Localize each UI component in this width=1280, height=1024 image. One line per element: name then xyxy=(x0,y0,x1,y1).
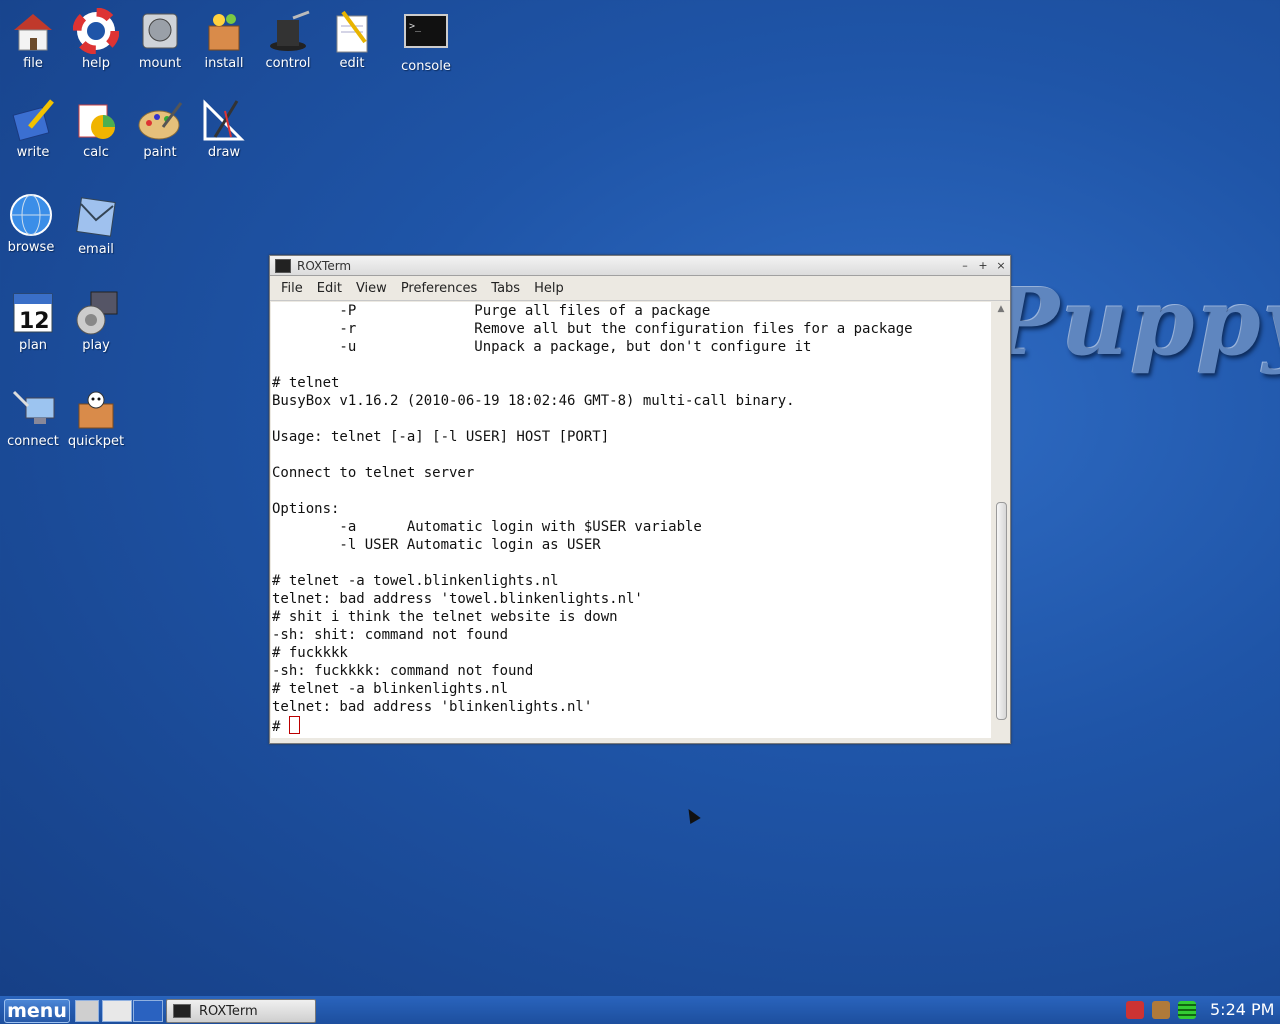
menu-view[interactable]: View xyxy=(349,281,394,296)
desktop-icon-play[interactable]: play xyxy=(63,290,129,353)
desktop-icon-control[interactable]: control xyxy=(255,8,321,71)
terminal-icon xyxy=(173,1004,191,1018)
start-menu-button[interactable]: menu xyxy=(4,999,70,1023)
menu-edit[interactable]: Edit xyxy=(310,281,349,296)
network-disconnected-icon[interactable] xyxy=(1126,1001,1144,1019)
desktop-icon-browse[interactable]: browse xyxy=(0,192,64,255)
house-icon xyxy=(10,8,56,54)
desktop-icon-label: mount xyxy=(138,56,182,71)
calendar-date-badge: 12 xyxy=(19,309,50,334)
window-titlebar[interactable]: ROXTerm – + × xyxy=(270,256,1010,276)
memory-status-icon[interactable] xyxy=(1178,1001,1196,1019)
desktop-icon-label: browse xyxy=(7,240,55,255)
scroll-up-arrow-icon[interactable]: ▲ xyxy=(994,302,1008,316)
scrollbar-thumb[interactable] xyxy=(996,502,1007,720)
wallpaper-logo: Puppy xyxy=(990,268,1280,376)
palette-icon xyxy=(137,97,183,143)
desktop-icon-label: help xyxy=(81,56,111,71)
speaker-media-icon xyxy=(73,290,119,336)
pet-box-icon xyxy=(73,386,119,432)
taskbar-item-label: ROXTerm xyxy=(199,1003,258,1019)
envelope-icon xyxy=(73,194,119,240)
desktop-pager-2[interactable] xyxy=(133,1000,163,1022)
menubar: File Edit View Preferences Tabs Help xyxy=(270,276,1010,301)
drawing-compass-icon xyxy=(201,97,247,143)
mouse-pointer-icon xyxy=(683,805,701,825)
desktop-icon-edit[interactable]: edit xyxy=(319,8,385,71)
desktop-icon-label: install xyxy=(204,56,244,71)
desktop-icon-label: play xyxy=(82,338,110,353)
desktop-icon-calc[interactable]: calc xyxy=(63,97,129,160)
minimize-button[interactable]: – xyxy=(956,259,974,272)
desktop-icon-help[interactable]: help xyxy=(63,7,129,71)
desktop-icon-file[interactable]: file xyxy=(0,8,66,71)
terminal-output[interactable]: -P Purge all files of a package -r Remov… xyxy=(271,302,991,738)
desktop-icon-label: quickpet xyxy=(67,434,125,449)
close-button[interactable]: × xyxy=(992,259,1010,272)
terminal-prompt: # xyxy=(272,719,289,735)
desktop-icon-draw[interactable]: draw xyxy=(191,97,257,160)
desktop-icon-label: draw xyxy=(207,145,241,160)
svg-text:>_: >_ xyxy=(409,21,422,32)
taskbar: menu ROXTerm 5:24 PM xyxy=(0,996,1280,1024)
terminal-icon: >_ xyxy=(403,11,449,57)
desktop-icon-label: email xyxy=(78,242,114,257)
calendar-icon: 12 xyxy=(10,290,56,336)
spreadsheet-chart-icon xyxy=(73,97,119,143)
desktop-icon-label: console xyxy=(401,59,451,74)
desktop-icon-label: control xyxy=(265,56,311,71)
desktop-icon-quickpet[interactable]: quickpet xyxy=(63,386,129,449)
menu-file[interactable]: File xyxy=(274,281,310,296)
menu-tabs[interactable]: Tabs xyxy=(484,281,527,296)
terminal-cursor xyxy=(288,716,300,734)
hard-drive-icon xyxy=(137,8,183,54)
writer-notebook-icon xyxy=(10,97,56,143)
desktop-pager-1[interactable] xyxy=(102,1000,132,1022)
desktop-icon-label: plan xyxy=(18,338,48,353)
menu-preferences[interactable]: Preferences xyxy=(394,281,484,296)
window-title: ROXTerm xyxy=(297,258,352,273)
desktop-icon-mount[interactable]: mount xyxy=(127,8,193,71)
desktop-icon-email[interactable]: email xyxy=(63,194,129,257)
desktop-icon-label: edit xyxy=(339,56,365,71)
network-computer-icon xyxy=(10,386,56,432)
terminal-lines: -P Purge all files of a package -r Remov… xyxy=(272,303,913,715)
package-box-icon xyxy=(201,8,247,54)
desktop-icon-plan[interactable]: 12 plan xyxy=(0,290,66,353)
menu-help[interactable]: Help xyxy=(527,281,571,296)
desktop-icon-label: calc xyxy=(83,145,109,160)
vertical-scrollbar[interactable]: ▲ xyxy=(994,302,1008,738)
desktop-icon-label: write xyxy=(16,145,50,160)
taskbar-item-roxterm[interactable]: ROXTerm xyxy=(166,999,316,1023)
desktop-icon-label: paint xyxy=(143,145,177,160)
desktop-icon-label: connect xyxy=(7,434,59,449)
desktop-icon-console[interactable]: >_ console xyxy=(393,11,459,74)
desktop-icon-write[interactable]: write xyxy=(0,97,66,160)
desktop-icon-paint[interactable]: paint xyxy=(127,97,193,160)
clock[interactable]: 5:24 PM xyxy=(1210,1000,1274,1019)
package-alert-icon[interactable] xyxy=(1152,1001,1170,1019)
globe-icon xyxy=(8,192,54,238)
lifebuoy-icon xyxy=(72,7,120,55)
desktop-icon-connect[interactable]: connect xyxy=(0,386,66,449)
desktop-icon-label: file xyxy=(23,56,43,71)
show-desktop-icon[interactable] xyxy=(75,1000,99,1022)
notepad-pencil-icon xyxy=(329,8,375,54)
roxterm-window[interactable]: ROXTerm – + × File Edit View Preferences… xyxy=(269,255,1011,744)
maximize-button[interactable]: + xyxy=(974,259,992,272)
terminal-icon xyxy=(275,258,291,273)
desktop-icon-install[interactable]: install xyxy=(191,8,257,71)
top-hat-icon xyxy=(265,8,311,54)
